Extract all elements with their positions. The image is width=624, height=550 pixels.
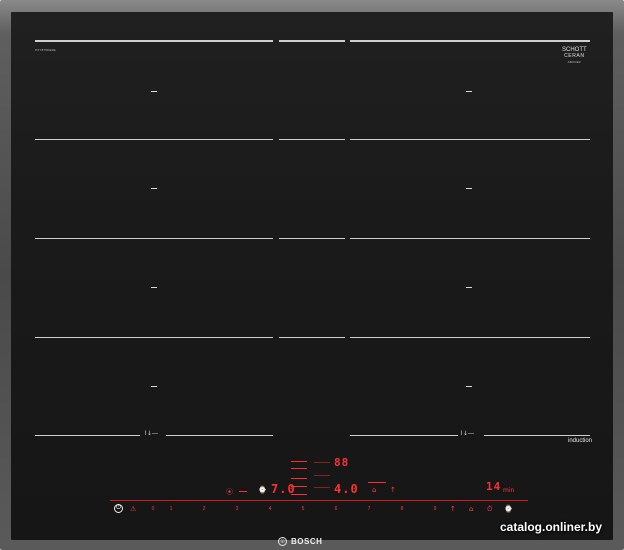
- sensor-icon[interactable]: ⦿: [226, 487, 233, 497]
- corner-tag: ABCDEF: [567, 60, 582, 64]
- schott-ceran-mark: SCHOTT CERAN ABCDEF: [562, 47, 587, 65]
- slider-step-4[interactable]: 4: [266, 506, 274, 512]
- display-bar: [314, 462, 330, 463]
- zone-line: [350, 435, 458, 436]
- display-bar: [239, 491, 247, 492]
- clock-button-icon[interactable]: ⌚: [504, 505, 513, 513]
- display-bar: [291, 478, 307, 479]
- bosch-logo-icon: ◎: [278, 537, 287, 546]
- zone-marker[interactable]: [151, 386, 157, 387]
- zone-marker[interactable]: [466, 386, 472, 387]
- slider-step-7[interactable]: 7: [365, 506, 373, 512]
- display-bar: [291, 461, 307, 462]
- zone-line: [35, 337, 273, 338]
- middle-display-value: 4.0: [334, 482, 359, 496]
- zone-line: [279, 139, 345, 140]
- zone-line: [35, 435, 140, 436]
- flex-zone-icon: ⌇↓―: [460, 430, 474, 437]
- display-bar: [314, 487, 330, 488]
- zone-line: [35, 40, 273, 42]
- boost-icon[interactable]: ↑: [390, 486, 396, 494]
- slider-step-2[interactable]: 2: [200, 506, 208, 512]
- slider-step-6[interactable]: 6: [332, 506, 340, 512]
- display-bar: [291, 468, 307, 469]
- flex-zone-icon: ⌇↓―: [144, 430, 158, 437]
- glass-surface: [11, 12, 613, 540]
- display-bar: [314, 475, 330, 476]
- right-display-unit: min: [503, 487, 515, 494]
- zone-line: [279, 337, 345, 338]
- pan-icon[interactable]: ⌂: [372, 486, 376, 494]
- cooktop-frame: [0, 0, 624, 550]
- zone-line: [484, 435, 590, 436]
- zone-line: [279, 40, 345, 42]
- boost-button-icon[interactable]: ↑: [450, 505, 456, 513]
- zone-marker[interactable]: [466, 91, 472, 92]
- right-display-value: 14: [486, 480, 502, 493]
- zone-line: [279, 238, 345, 239]
- watermark: catalog.onliner.by: [499, 520, 602, 534]
- zone-marker[interactable]: [466, 287, 472, 288]
- display-bar: [368, 482, 386, 483]
- zone-line: [350, 238, 590, 239]
- zone-marker[interactable]: [151, 91, 157, 92]
- pan-button-icon[interactable]: ⌂: [469, 505, 473, 513]
- brand: ◎ BOSCH: [278, 535, 348, 548]
- zone-line: [35, 139, 273, 140]
- zone-marker[interactable]: [466, 188, 472, 189]
- slider-step-8[interactable]: 8: [398, 506, 406, 512]
- slider-step-9[interactable]: 9: [431, 506, 439, 512]
- timer-icon[interactable]: ⏱: [487, 505, 492, 514]
- power-button[interactable]: ⏻: [114, 504, 123, 513]
- zone-line: [350, 139, 590, 140]
- zone-marker[interactable]: [151, 188, 157, 189]
- zone-line: [350, 337, 590, 338]
- slider-step-0[interactable]: 0: [149, 506, 157, 512]
- child-lock-icon[interactable]: ⚠: [130, 505, 136, 513]
- slider-step-3[interactable]: 3: [233, 506, 241, 512]
- slider-step-1[interactable]: 1: [167, 506, 175, 512]
- clock-icon[interactable]: ⌚: [258, 486, 267, 494]
- top-display-value: 88: [334, 456, 350, 469]
- slider-step-5[interactable]: 5: [299, 506, 307, 512]
- brand-name: BOSCH: [291, 537, 323, 546]
- zone-line: [35, 238, 273, 239]
- power-slider[interactable]: [110, 500, 528, 501]
- zone-line: [166, 435, 273, 436]
- left-display-value: 7.0: [271, 482, 296, 496]
- zone-line: [350, 40, 590, 42]
- induction-label: induction: [568, 438, 593, 444]
- zone-marker[interactable]: [151, 287, 157, 288]
- model-text: PXY875DE3E: [35, 48, 56, 52]
